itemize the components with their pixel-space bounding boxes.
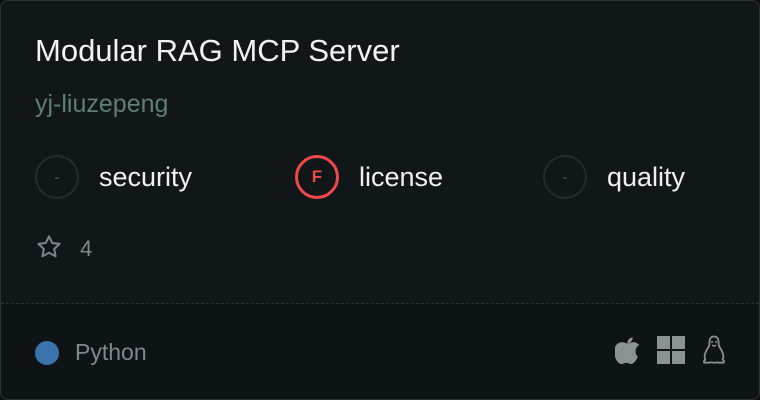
language-name: Python bbox=[75, 339, 147, 365]
security-grade-badge: - bbox=[35, 155, 79, 199]
apple-icon bbox=[615, 335, 641, 365]
security-label: security bbox=[99, 161, 193, 192]
metric-quality: - quality bbox=[543, 153, 685, 201]
star-count-value: 4 bbox=[80, 236, 93, 261]
language-color-dot bbox=[35, 340, 59, 365]
quality-label: quality bbox=[607, 161, 686, 192]
language-info: Python bbox=[35, 339, 147, 366]
license-grade-badge: F bbox=[295, 155, 339, 199]
owner-link[interactable]: yj-liuzepeng bbox=[35, 90, 168, 119]
card-title[interactable]: Modular RAG MCP Server bbox=[35, 33, 400, 69]
linux-icon bbox=[701, 335, 727, 365]
card-footer: Python bbox=[1, 304, 759, 399]
license-label: license bbox=[359, 161, 444, 192]
windows-icon bbox=[657, 336, 685, 364]
metric-security: - security bbox=[35, 153, 192, 201]
server-card[interactable]: Modular RAG MCP Server yj-liuzepeng - se… bbox=[0, 0, 760, 400]
star-icon bbox=[35, 233, 63, 266]
star-count: 4 bbox=[35, 233, 93, 266]
quality-grade-badge: - bbox=[543, 155, 587, 199]
metric-license: F license bbox=[295, 153, 443, 201]
platform-icons bbox=[615, 335, 727, 365]
